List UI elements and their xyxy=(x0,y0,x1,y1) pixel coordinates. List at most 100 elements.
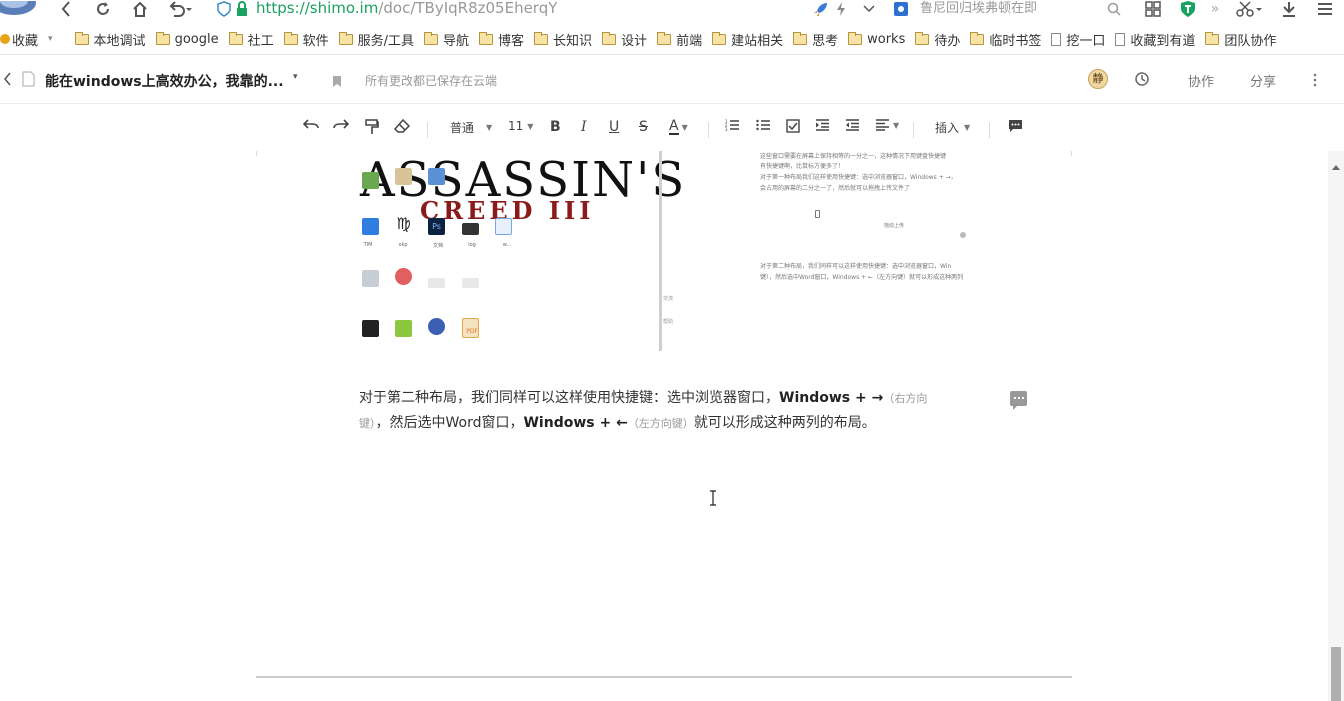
font-size-select[interactable]: 11 ▼ xyxy=(508,119,533,133)
bookmark-item[interactable]: 临时书签 xyxy=(970,30,1041,49)
bookmark-item[interactable]: works xyxy=(848,30,905,49)
bookmark-item[interactable]: 博客 xyxy=(479,30,524,49)
search-box[interactable]: 鲁尼回归埃弗顿在即 xyxy=(920,0,1037,17)
align-select[interactable]: ▼ xyxy=(875,119,899,131)
bookmark-item[interactable]: google xyxy=(155,30,219,49)
toolbar-divider xyxy=(427,122,428,138)
title-dropdown-icon[interactable]: ▾ xyxy=(293,72,298,82)
bookmark-label: 建站相关 xyxy=(731,33,784,49)
toolbar-divider xyxy=(708,122,709,138)
vertical-scrollbar[interactable] xyxy=(1328,151,1344,701)
scroll-up-icon[interactable] xyxy=(1332,155,1340,174)
folder-icon xyxy=(915,31,930,45)
indent-icon[interactable] xyxy=(815,119,829,131)
text-cursor-icon xyxy=(710,490,716,506)
bookmark-icon[interactable] xyxy=(332,73,342,92)
bookmark-item[interactable]: 收藏到有道 xyxy=(1115,30,1195,49)
bookmark-label: 设计 xyxy=(621,33,648,49)
bookmark-label: 博客 xyxy=(498,33,525,49)
folder-icon xyxy=(155,31,170,45)
extension-shield-icon[interactable] xyxy=(1179,0,1197,18)
bookmark-item[interactable]: 建站相关 xyxy=(712,30,783,49)
format-painter-icon[interactable] xyxy=(365,119,379,135)
bookmark-item[interactable]: 导航 xyxy=(424,30,469,49)
outdent-icon[interactable] xyxy=(845,119,859,131)
shortcut-key: Windows + ← xyxy=(523,415,628,431)
apps-grid-icon[interactable] xyxy=(1144,0,1162,18)
back-chevron-icon[interactable] xyxy=(4,71,12,90)
doc-title[interactable]: 能在windows上高效办公，我靠的... xyxy=(45,71,284,91)
reload-icon[interactable] xyxy=(93,0,113,18)
inline-comment-icon[interactable] xyxy=(1010,391,1027,410)
address-bar[interactable]: https://shimo.im/doc/TByIqR8z05EherqY xyxy=(256,0,557,17)
avatar[interactable]: 静 xyxy=(1088,69,1108,89)
bullet-list-icon[interactable] xyxy=(756,119,770,131)
pdf-icon: PDF xyxy=(462,318,479,338)
bookmark-item[interactable]: 本地调试 xyxy=(74,30,146,49)
bookmark-label: 团队协作 xyxy=(1224,33,1277,49)
desktop-app-icon xyxy=(428,318,445,335)
bookmark-item[interactable]: 挖一口 xyxy=(1051,30,1105,49)
bookmark-label: works xyxy=(867,31,906,47)
scrollbar-thumb[interactable] xyxy=(1331,647,1341,701)
strikethrough-button[interactable]: S xyxy=(639,119,648,135)
chevron-down-icon[interactable] xyxy=(860,0,878,18)
comment-icon[interactable] xyxy=(1008,119,1023,133)
eraser-icon[interactable] xyxy=(394,119,410,133)
desktop-file-icon xyxy=(462,278,479,288)
paragraph-style-select[interactable]: 普通 ▼ xyxy=(450,119,492,136)
checklist-icon[interactable] xyxy=(786,119,800,133)
shield-icon[interactable] xyxy=(216,0,232,18)
scissors-icon[interactable] xyxy=(1235,0,1263,18)
folder-icon xyxy=(338,31,353,45)
screenshot-text-line: 对于第二种布局，我们同样可以这样使用快捷键：选中浏览器窗口，Win xyxy=(760,263,952,270)
page-border xyxy=(1071,151,1072,156)
bookmark-label: google xyxy=(174,31,219,47)
search-engine-icon[interactable] xyxy=(892,0,910,18)
bookmark-item[interactable]: 软件 xyxy=(283,30,329,49)
insert-menu[interactable]: 插入 ▼ xyxy=(935,119,970,136)
bookmark-item[interactable]: 设计 xyxy=(602,30,647,49)
rocket-icon[interactable] xyxy=(812,0,830,18)
bookmark-item[interactable]: 前端 xyxy=(657,30,702,49)
screenshot-text-line: 键），然后选中Word窗口，Windows + ←（左方向键）就可以形成这种两列 xyxy=(760,274,964,281)
screenshot-divider xyxy=(659,151,662,351)
bolt-icon[interactable] xyxy=(834,0,848,18)
paragraph-text: 就可以形成这种两列的布局。 xyxy=(693,415,876,431)
bookmark-label: 思考 xyxy=(812,33,839,49)
back-icon[interactable] xyxy=(57,0,75,18)
more-icon[interactable] xyxy=(1313,72,1317,91)
download-icon[interactable] xyxy=(1280,0,1298,18)
bookmark-label: 导航 xyxy=(443,33,470,49)
bookmarks-menu[interactable]: 收藏 ▾ xyxy=(0,30,53,49)
bookmark-item[interactable]: 长知识 xyxy=(534,30,592,49)
folder-icon xyxy=(793,31,808,45)
ordered-list-icon[interactable]: 123 xyxy=(725,119,739,131)
svg-text:3: 3 xyxy=(725,127,728,131)
history-icon[interactable] xyxy=(1134,71,1150,91)
menu-icon[interactable] xyxy=(1316,0,1334,18)
more-extensions-icon[interactable]: » xyxy=(1208,0,1222,18)
text-color-button[interactable]: A ▼ xyxy=(669,119,688,135)
bookmark-item[interactable]: 服务/工具 xyxy=(338,30,414,49)
redo-icon[interactable] xyxy=(333,119,349,131)
upload-label: 拖动上传 xyxy=(884,223,905,229)
bookmark-label: 前端 xyxy=(676,33,703,49)
share-button[interactable]: 分享 xyxy=(1250,71,1276,90)
bookmark-item[interactable]: 社工 xyxy=(228,30,274,49)
search-icon[interactable] xyxy=(1106,0,1122,18)
underline-button[interactable]: U xyxy=(609,119,619,135)
bookmark-item[interactable]: 团队协作 xyxy=(1205,30,1276,49)
desktop-app-icon: ♍ xyxy=(395,214,412,233)
folder-icon xyxy=(602,31,617,45)
home-icon[interactable] xyxy=(130,0,150,18)
bookmark-item[interactable]: 思考 xyxy=(793,30,838,49)
bold-button[interactable]: B xyxy=(550,119,561,135)
undo-close-tab-icon[interactable] xyxy=(166,0,194,18)
undo-icon[interactable] xyxy=(303,119,319,131)
body-paragraph[interactable]: 对于第二种布局，我们同样可以这样使用快捷键：选中浏览器窗口，Windows + … xyxy=(359,386,959,436)
doc-header: 能在windows上高效办公，我靠的... ▾ 所有更改都已保存在云端 静 协作… xyxy=(0,54,1344,104)
bookmark-item[interactable]: 待办 xyxy=(915,30,960,49)
italic-button[interactable]: I xyxy=(581,119,587,135)
collab-button[interactable]: 协作 xyxy=(1188,71,1214,90)
